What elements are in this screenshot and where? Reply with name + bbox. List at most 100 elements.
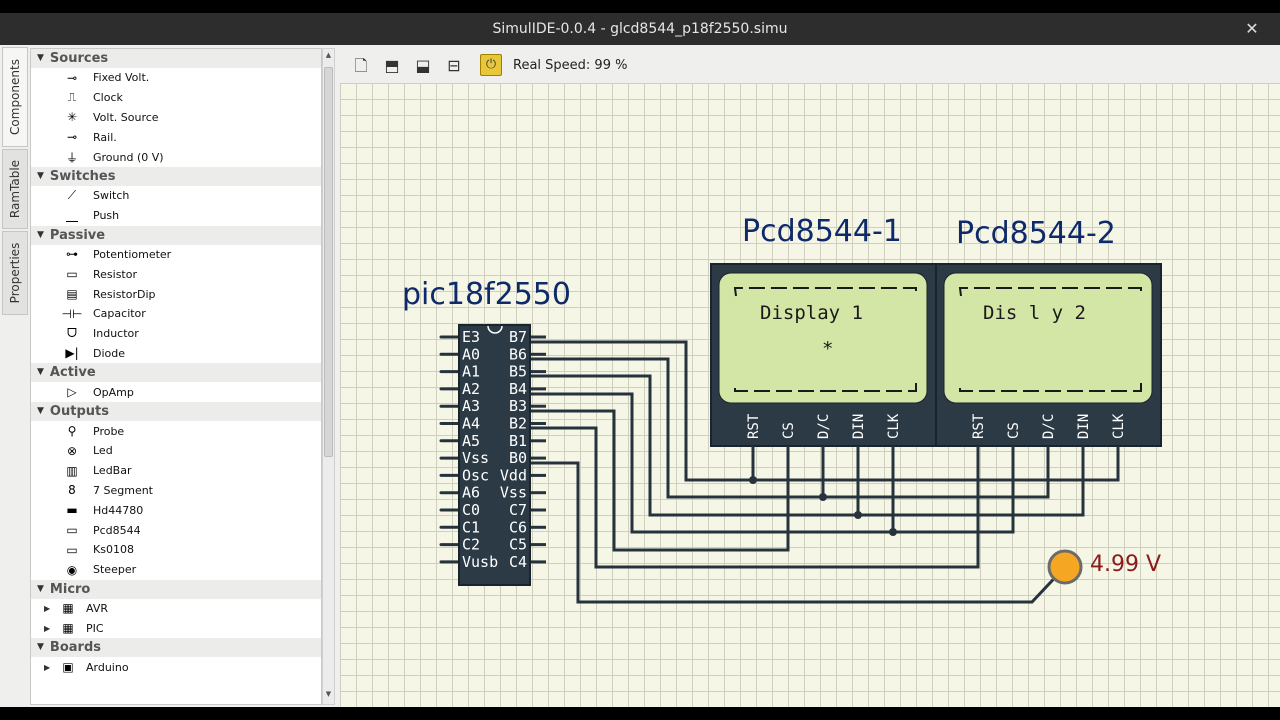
clock-icon: ⎍ bbox=[67, 90, 77, 105]
tab-components[interactable]: Components bbox=[2, 47, 28, 147]
component-label: Diode bbox=[93, 346, 126, 360]
component-item-clock[interactable]: ⎍ Clock bbox=[31, 88, 321, 108]
expand-arrow-icon[interactable]: ▶ bbox=[44, 624, 52, 633]
main-window: Components RamTable Properties ▼ Sources ⊸… bbox=[0, 45, 1280, 707]
component-label: OpAmp bbox=[93, 385, 134, 399]
save-circuit-icon[interactable]: ⬓ bbox=[412, 55, 434, 77]
component-item-pcd8544[interactable]: ▭ Pcd8544 bbox=[31, 520, 321, 540]
collapse-arrow-icon[interactable]: ▼ bbox=[37, 580, 44, 599]
mcu-pin-label: B7 bbox=[509, 328, 527, 346]
component-item-fixed-volt-[interactable]: ⊸ Fixed Volt. bbox=[31, 68, 321, 88]
component-item-led[interactable]: ⊗ Led bbox=[31, 441, 321, 461]
component-label: Rail. bbox=[93, 130, 117, 144]
collapse-arrow-icon[interactable]: ▼ bbox=[37, 49, 44, 68]
component-label: Clock bbox=[93, 91, 123, 105]
power-icon[interactable]: ⏻ bbox=[480, 54, 502, 76]
arduino-board-icon: ▣ bbox=[62, 660, 74, 675]
collapse-arrow-icon[interactable]: ▼ bbox=[37, 167, 44, 186]
category-sources[interactable]: ▼ Sources bbox=[31, 49, 321, 68]
mcu-pin-label: B6 bbox=[509, 345, 527, 363]
component-item-push[interactable]: ⎽ Push bbox=[31, 206, 321, 226]
component-label: Hd44780 bbox=[93, 503, 144, 517]
led-icon: ⊗ bbox=[66, 443, 78, 458]
display-2-label: Pcd8544-2 bbox=[956, 216, 1116, 251]
component-item-switch[interactable]: ⟋ Switch bbox=[31, 186, 321, 206]
tab-ramtable[interactable]: RamTable bbox=[2, 149, 28, 229]
component-item-resistor[interactable]: ▭ Resistor bbox=[31, 264, 321, 284]
category-active[interactable]: ▼ Active bbox=[31, 363, 321, 383]
category-passive[interactable]: ▼ Passive bbox=[31, 225, 321, 245]
component-label: AVR bbox=[86, 601, 108, 615]
display-pin-label: CLK bbox=[886, 413, 902, 439]
circuit-canvas[interactable]: pic18f2550 E3 A0 A1 A2 A3 A4 A5 Vss Osc A6 C0 C1 C2 V… bbox=[340, 83, 1280, 707]
category-micro[interactable]: ▼ Micro bbox=[31, 579, 321, 599]
display-2[interactable]: Pcd8544-2 Dis l y 2 RST CS D/C DIN CLK bbox=[935, 216, 1162, 463]
component-label: Capacitor bbox=[93, 307, 146, 321]
component-item-pic[interactable]: ▶ ▦ PIC bbox=[31, 618, 321, 638]
category-switches[interactable]: ▼ Switches bbox=[31, 166, 321, 186]
component-item-opamp[interactable]: ▷ OpAmp bbox=[31, 382, 321, 402]
collapse-arrow-icon[interactable]: ▼ bbox=[37, 402, 44, 421]
toolbar: 🗋 ⬒ ⬓ ⊟ ⏻ Real Speed: 99 % bbox=[340, 47, 1280, 83]
collapse-arrow-icon[interactable]: ▼ bbox=[37, 363, 44, 382]
component-item-avr[interactable]: ▶ ▦ AVR bbox=[31, 599, 321, 619]
probe[interactable]: 4.99 V bbox=[1047, 549, 1161, 585]
mcu-pin-label: A6 bbox=[462, 484, 480, 502]
mcu-pin-label: C2 bbox=[462, 536, 480, 554]
component-item-ledbar[interactable]: ▥ LedBar bbox=[31, 461, 321, 481]
display-1-label: Pcd8544-1 bbox=[742, 214, 902, 249]
category-boards[interactable]: ▼ Boards bbox=[31, 638, 321, 658]
component-label: Ground (0 V) bbox=[93, 150, 164, 164]
category-label: Switches bbox=[49, 168, 116, 184]
component-item-probe[interactable]: ⚲ Probe bbox=[31, 421, 321, 441]
component-item-volt-source[interactable]: ✳ Volt. Source bbox=[31, 108, 321, 128]
window-title: SimulIDE-0.0.4 - glcd8544_p18f2550.simu bbox=[492, 21, 788, 37]
mcu-pin-label: A4 bbox=[462, 415, 480, 433]
scroll-thumb[interactable] bbox=[324, 67, 333, 457]
component-label: Fixed Volt. bbox=[93, 71, 150, 85]
pcd8544-icon: ▭ bbox=[66, 523, 78, 538]
expand-arrow-icon[interactable]: ▶ bbox=[44, 604, 52, 613]
display-pin-label: RST bbox=[971, 413, 987, 439]
collapse-arrow-icon[interactable]: ▼ bbox=[37, 638, 44, 657]
component-item-steeper[interactable]: ◉ Steeper bbox=[31, 560, 321, 580]
component-item-resistordip[interactable]: ▤ ResistorDip bbox=[31, 284, 321, 304]
save-as-icon[interactable]: ⊟ bbox=[443, 55, 465, 77]
potentiometer-icon: ⊶ bbox=[66, 247, 78, 262]
display-1[interactable]: Pcd8544-1 Display 1 * RST CS D/C DIN CLK bbox=[710, 214, 937, 463]
component-item-diode[interactable]: ▶| Diode bbox=[31, 344, 321, 364]
close-icon[interactable]: ✕ bbox=[1240, 13, 1264, 45]
new-circuit-icon[interactable]: 🗋 bbox=[350, 55, 372, 77]
component-label: Led bbox=[93, 444, 113, 458]
component-label: LedBar bbox=[93, 464, 132, 478]
tab-properties[interactable]: Properties bbox=[2, 231, 28, 315]
component-item-potentiometer[interactable]: ⊶ Potentiometer bbox=[31, 245, 321, 265]
ks0108-icon: ▭ bbox=[66, 542, 78, 557]
open-circuit-icon[interactable]: ⬒ bbox=[381, 55, 403, 77]
component-item-7-segment[interactable]: 8 7 Segment bbox=[31, 481, 321, 501]
component-item-capacitor[interactable]: ⊣⊢ Capacitor bbox=[31, 304, 321, 324]
component-item-inductor[interactable]: ᗜ Inductor bbox=[31, 324, 321, 344]
collapse-arrow-icon[interactable]: ▼ bbox=[37, 226, 44, 245]
component-item-rail-[interactable]: ⊸ Rail. bbox=[31, 127, 321, 147]
category-label: Outputs bbox=[49, 404, 109, 420]
category-outputs[interactable]: ▼ Outputs bbox=[31, 402, 321, 422]
mcu-pin-label: B2 bbox=[509, 415, 527, 433]
component-label: Resistor bbox=[93, 267, 137, 281]
mcu-pin-label: B3 bbox=[509, 397, 527, 415]
category-label: Passive bbox=[49, 227, 106, 243]
mcu-pin-label: C1 bbox=[462, 518, 480, 536]
component-item-arduino[interactable]: ▶ ▣ Arduino bbox=[31, 657, 321, 677]
fixed-volt-icon: ⊸ bbox=[66, 70, 78, 85]
scroll-down-icon[interactable]: ▼ bbox=[323, 690, 334, 702]
components-panel: ▼ Sources ⊸ Fixed Volt. ⎍ Clock ✳ Volt. Source ⊸… bbox=[30, 48, 322, 705]
component-item-ks0108[interactable]: ▭ Ks0108 bbox=[31, 540, 321, 560]
expand-arrow-icon[interactable]: ▶ bbox=[44, 663, 52, 672]
scroll-up-icon[interactable]: ▲ bbox=[323, 51, 334, 63]
component-item-hd44780[interactable]: ▬ Hd44780 bbox=[31, 500, 321, 520]
switch-icon: ⟋ bbox=[67, 188, 77, 203]
category-label: Sources bbox=[49, 51, 109, 66]
component-item-ground-0-v-[interactable]: ⏚ Ground (0 V) bbox=[31, 147, 321, 167]
components-scrollbar[interactable]: ▲ ▼ bbox=[322, 48, 335, 705]
mcu-chip[interactable]: pic18f2550 E3A0A1A2A3A4A5VssOscA6C0C1C2V… bbox=[402, 277, 571, 586]
